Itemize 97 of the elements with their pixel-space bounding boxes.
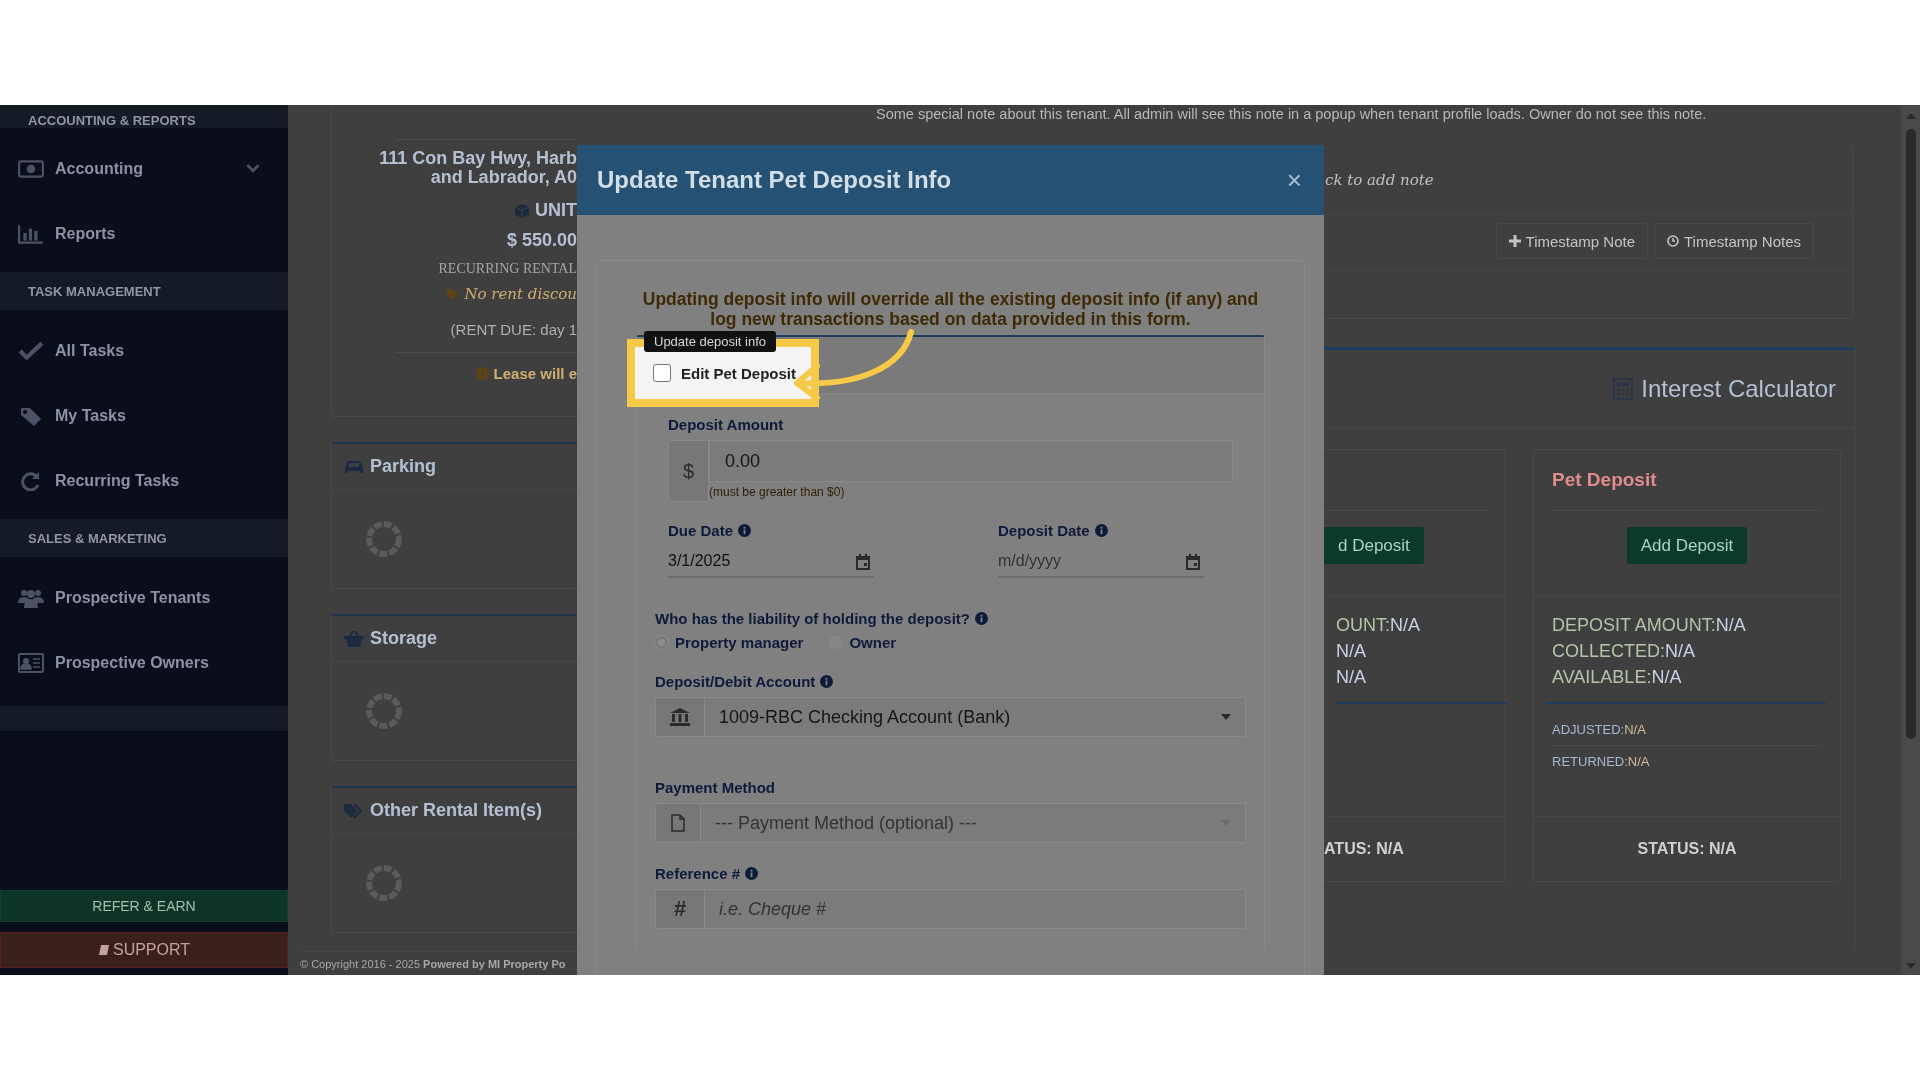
scroll-thumb[interactable] xyxy=(1905,129,1916,739)
edit-checkbox[interactable]: Edit Pet Deposit xyxy=(635,364,796,382)
panel-title: Storage xyxy=(370,628,438,649)
date-field[interactable]: m/d/yyyy xyxy=(998,546,1204,578)
panel-title: Other Rental Item(s) xyxy=(370,800,543,821)
status-text: STATUS: N/A xyxy=(1637,840,1737,858)
users-icon xyxy=(18,587,44,608)
close-button[interactable]: × xyxy=(1286,167,1302,193)
reference-field[interactable]: i.e. Cheque # xyxy=(705,889,1246,929)
address-text: 111 Con Bay Hwy, Harb xyxy=(379,148,577,169)
modal-title: Update Tenant Pet Deposit Info xyxy=(597,166,952,194)
sidebar-item[interactable]: Reports xyxy=(0,201,288,266)
scrollbar[interactable] xyxy=(1901,105,1920,975)
refer-button[interactable]: REFER & EARN xyxy=(0,890,288,922)
check-icon xyxy=(18,340,44,361)
field-label: Reference # xyxy=(655,865,741,882)
address-text: and Labrador, A0 xyxy=(430,167,577,188)
account-select[interactable]: 1009-RBC Checking Account (Bank) xyxy=(705,697,1246,737)
amount-line: OUNT:N/A xyxy=(1336,614,1421,637)
field-label: Deposit Date xyxy=(998,522,1090,539)
field-label: Deposit/Debit Account xyxy=(655,673,816,690)
tags-icon xyxy=(344,802,364,819)
rent-amount: $ 550.00 xyxy=(506,230,577,251)
amount-line: N/A xyxy=(1336,640,1367,663)
radio-option[interactable]: Property manager xyxy=(655,634,804,651)
section-heading: ACCOUNTING & REPORTS xyxy=(0,105,288,128)
amount-line: DEPOSIT AMOUNT:N/A xyxy=(1552,614,1747,637)
caret-icon xyxy=(1221,714,1231,720)
timestamp-button[interactable]: Timestamp Notes xyxy=(1654,223,1814,259)
loading-spinner-icon xyxy=(364,863,404,903)
info-icon xyxy=(738,524,752,537)
loading-spinner-icon xyxy=(364,519,404,559)
radio-option[interactable]: Owner xyxy=(829,634,897,651)
calendar-icon xyxy=(1186,554,1200,570)
loading-spinner-icon xyxy=(364,691,404,731)
info-icon xyxy=(975,612,988,625)
sidebar-item[interactable]: My Tasks xyxy=(0,383,288,448)
info-icon xyxy=(1094,524,1108,537)
cube-icon xyxy=(514,202,530,219)
amount-line: AVAILABLE:N/A xyxy=(1552,666,1683,689)
tooltip: Update deposit info xyxy=(644,331,777,352)
field-label: Due Date xyxy=(668,522,734,539)
scroll-up-icon[interactable] xyxy=(1905,113,1916,119)
banknote-icon xyxy=(18,158,44,179)
basket-icon xyxy=(344,630,364,647)
deposit-title: Pet Deposit xyxy=(1552,469,1657,491)
sidebar-item[interactable]: All Tasks xyxy=(0,318,288,383)
lease-note: Lease will e xyxy=(493,365,577,382)
detail-line: RETURNED:N/A xyxy=(1552,753,1651,771)
discount-text: No rent discou xyxy=(464,285,577,303)
sidebar-item[interactable]: Accounting xyxy=(0,136,288,201)
sidebar-item[interactable]: Recurring Tasks xyxy=(0,448,288,513)
add-note-link[interactable]: ck to add note xyxy=(1325,171,1434,189)
add-deposit-button[interactable]: Add Deposit xyxy=(1626,527,1748,564)
bar-chart-icon xyxy=(18,223,44,244)
panel-title: Parking xyxy=(370,456,437,477)
copyright-text: © Copyright 2016 - 2025 Powered by MI Property Po xyxy=(300,951,577,970)
question-text: Who has the liability of holding the deposit? xyxy=(655,610,970,627)
addon: # xyxy=(655,889,705,929)
help-text: (must be greater than $0) xyxy=(709,485,846,499)
detail-line: ADJUSTED:N/A xyxy=(1552,714,1822,746)
field-label: Deposit Amount xyxy=(668,416,785,433)
currency-addon: $ xyxy=(668,440,709,502)
sidebar-item[interactable]: Prospective Tenants xyxy=(0,565,288,630)
info-icon xyxy=(820,675,834,688)
amount-field[interactable]: 0.00 xyxy=(709,440,1233,482)
tag-icon xyxy=(18,405,44,426)
tenant-note: Some special note about this tenant. All admin will see this note in a popup when tenant profile loads. Owner do not see this note. xyxy=(875,105,1708,124)
status-text: ATUS: N/A xyxy=(1324,840,1404,858)
timestamp-button[interactable]: Timestamp Note xyxy=(1495,223,1648,259)
tag-icon xyxy=(446,287,460,301)
amount-line: COLLECTED:N/A xyxy=(1552,640,1697,663)
rent-label: RECURRING RENTAL xyxy=(438,261,577,277)
date-field[interactable]: 3/1/2025 xyxy=(668,546,874,578)
section-heading: TASK MANAGEMENT xyxy=(0,272,288,310)
unit-label: UNIT xyxy=(535,200,577,221)
rent-due-text: (RENT DUE: day 1 xyxy=(450,321,577,338)
document-icon xyxy=(668,814,688,832)
chevron-down-icon xyxy=(246,164,260,173)
plus-icon xyxy=(1508,235,1521,247)
book-icon xyxy=(97,944,110,956)
calendar-icon xyxy=(856,554,870,570)
car-icon xyxy=(344,458,364,475)
warning-text: Updating deposit info will override all the existing deposit info (if any) and log new transactions based on data provided in this form. xyxy=(641,289,1260,329)
id-card-icon xyxy=(18,652,44,673)
calculator-link[interactable]: Interest Calculator xyxy=(1641,375,1836,403)
info-icon xyxy=(745,867,759,880)
info-icon xyxy=(475,367,489,380)
clock-icon xyxy=(1667,235,1679,247)
field-label: Payment Method xyxy=(655,779,776,796)
amount-line: N/A xyxy=(1336,666,1367,689)
scroll-down-icon[interactable] xyxy=(1905,963,1916,969)
bank-icon xyxy=(670,708,690,726)
sidebar-item[interactable]: Prospective Owners xyxy=(0,630,288,695)
add-deposit-button[interactable]: d Deposit xyxy=(1324,527,1424,564)
section-heading: SALES & MARKETING xyxy=(0,519,288,557)
support-button[interactable]: SUPPORT xyxy=(0,932,288,968)
